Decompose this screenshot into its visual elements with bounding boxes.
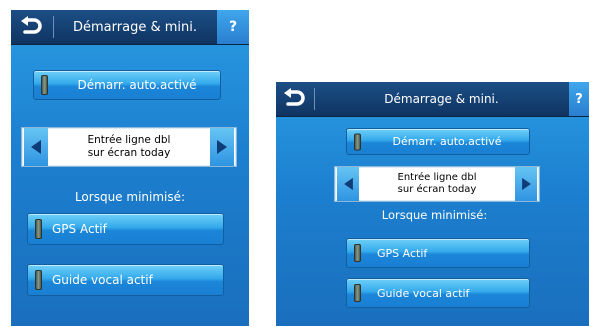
- indicator-icon: [354, 133, 361, 150]
- title-bar: Démarrage & mini. ?: [276, 82, 589, 117]
- device-screen-right: Démarrage & mini. ? Démarr. auto.activé …: [276, 82, 589, 326]
- indicator-icon: [41, 75, 48, 95]
- autostart-toggle[interactable]: Démarr. auto.activé: [346, 128, 530, 155]
- left-arrow-icon: [31, 140, 41, 154]
- previous-option-button[interactable]: [24, 128, 48, 166]
- today-option-text: Entrée ligne dbl sur écran today: [52, 128, 206, 166]
- today-screen-selector: Entrée ligne dbl sur écran today: [21, 127, 237, 167]
- back-arrow-icon: [21, 16, 42, 34]
- indicator-icon: [35, 270, 42, 290]
- voice-guide-label: Guide vocal actif: [377, 286, 470, 300]
- gps-toggle[interactable]: GPS Actif: [27, 213, 224, 245]
- indicator-icon: [354, 244, 361, 262]
- previous-option-button[interactable]: [337, 167, 359, 201]
- voice-guide-label: Guide vocal actif: [52, 273, 153, 287]
- page-title: Démarrage & mini.: [384, 92, 499, 106]
- next-option-button[interactable]: [210, 128, 234, 166]
- autostart-toggle[interactable]: Démarr. auto.activé: [33, 70, 221, 100]
- back-arrow-icon: [284, 88, 305, 106]
- help-button[interactable]: ?: [569, 82, 589, 116]
- page-title: Démarrage & mini.: [73, 19, 197, 35]
- title-bar: Démarrage & mini. ?: [11, 10, 249, 45]
- title-separator: [314, 88, 315, 110]
- back-button[interactable]: [276, 82, 312, 116]
- today-option-text: Entrée ligne dbl sur écran today: [363, 167, 511, 201]
- voice-guide-toggle[interactable]: Guide vocal actif: [27, 264, 224, 296]
- gps-toggle[interactable]: GPS Actif: [346, 238, 530, 268]
- minimized-section-label: Lorsque minimisé:: [74, 190, 186, 204]
- help-button[interactable]: ?: [217, 10, 249, 44]
- back-button[interactable]: [11, 10, 51, 44]
- voice-guide-toggle[interactable]: Guide vocal actif: [346, 278, 530, 308]
- gps-label: GPS Actif: [377, 246, 428, 260]
- today-option-line2: sur écran today: [397, 184, 477, 195]
- autostart-label: Démarr. auto.activé: [77, 78, 197, 92]
- right-arrow-icon: [217, 140, 227, 154]
- autostart-label: Démarr. auto.activé: [392, 135, 502, 148]
- today-option-line1: Entrée ligne dbl: [397, 171, 477, 183]
- today-option-line2: sur écran today: [87, 147, 171, 159]
- next-option-button[interactable]: [515, 167, 537, 201]
- title-separator: [53, 16, 54, 38]
- today-option-line1: Entrée ligne dbl: [87, 133, 171, 146]
- left-arrow-icon: [343, 177, 353, 191]
- right-arrow-icon: [521, 177, 531, 191]
- gps-label: GPS Actif: [52, 222, 107, 236]
- indicator-icon: [354, 284, 361, 302]
- indicator-icon: [35, 219, 42, 239]
- today-screen-selector: Entrée ligne dbl sur écran today: [334, 166, 540, 202]
- minimized-section-label: Lorsque minimisé:: [381, 208, 488, 222]
- device-screen-left: Démarrage & mini. ? Démarr. auto.activé …: [11, 10, 249, 326]
